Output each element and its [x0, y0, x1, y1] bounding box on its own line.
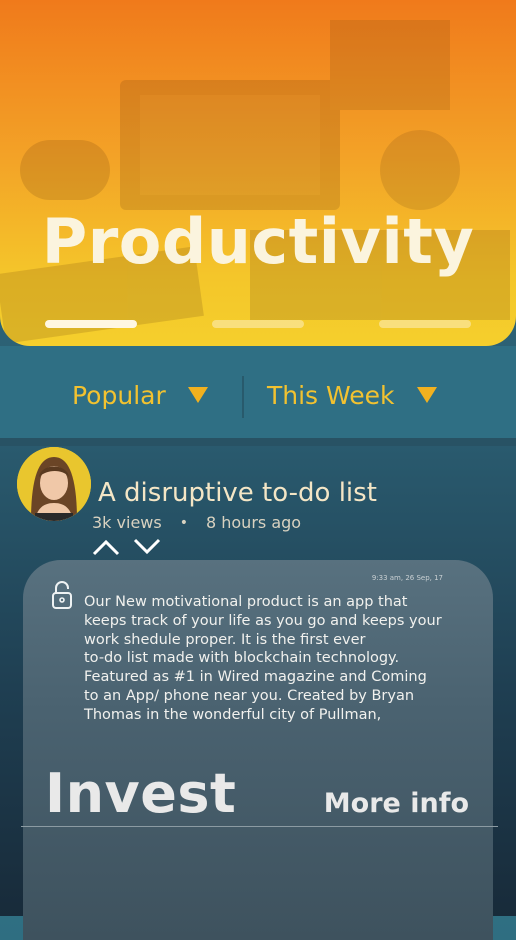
avatar[interactable]	[17, 447, 91, 521]
hero-background-image	[0, 20, 510, 344]
view-count: 3k views	[92, 513, 162, 532]
pager-indicator-1[interactable]	[45, 320, 137, 328]
post-card: 9:33 am, 26 Sep, 17 Our New motivational…	[23, 560, 493, 940]
chevron-up-icon[interactable]	[92, 538, 120, 556]
period-dropdown-label: This Week	[267, 380, 395, 410]
chevron-down-icon[interactable]	[133, 538, 161, 556]
post-body: Our New motivational product is an app t…	[84, 593, 454, 725]
hero-banner[interactable]: Productivity	[0, 0, 516, 346]
triangle-down-icon	[416, 387, 437, 403]
meta-separator: •	[179, 514, 188, 531]
unlock-icon[interactable]	[51, 580, 73, 610]
hero-pager	[0, 320, 516, 328]
more-info-link[interactable]: More info	[324, 788, 469, 819]
avatar-image	[17, 447, 91, 521]
post-meta: 3k views • 8 hours ago	[92, 513, 301, 532]
section-separator	[0, 438, 516, 446]
hero-title: Productivity	[41, 205, 475, 278]
sort-dropdown-label: Popular	[72, 380, 166, 410]
post-timestamp: 9:33 am, 26 Sep, 17	[371, 574, 443, 582]
post-age: 8 hours ago	[205, 513, 302, 532]
triangle-down-icon	[187, 387, 208, 403]
invest-button[interactable]: Invest	[45, 762, 236, 825]
pager-indicator-3[interactable]	[379, 320, 471, 328]
post-title[interactable]: A disruptive to-do list	[98, 478, 377, 508]
sort-dropdown[interactable]: Popular	[72, 380, 208, 410]
post-description: Our New motivational product is an app t…	[84, 594, 442, 723]
pager-indicator-2[interactable]	[212, 320, 304, 328]
filter-bar: Popular This Week	[0, 346, 516, 438]
card-divider	[21, 826, 498, 827]
period-dropdown[interactable]: This Week	[267, 380, 437, 410]
filter-divider	[242, 376, 244, 418]
